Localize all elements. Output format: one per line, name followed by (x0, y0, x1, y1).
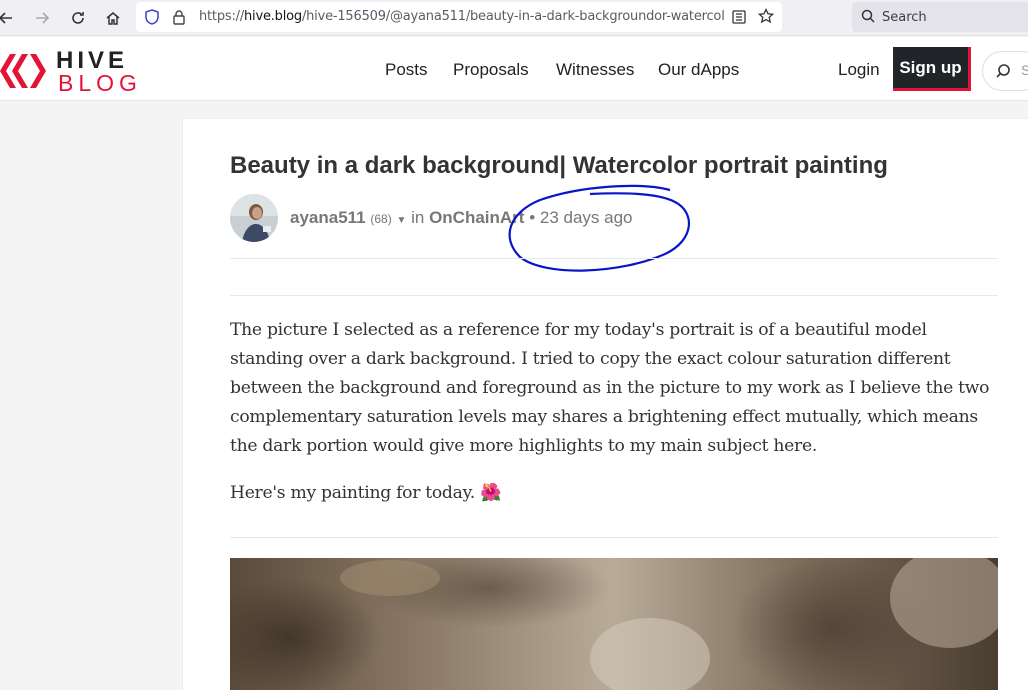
site-header: HIVE BLOG Posts Proposals Witnesses Our … (0, 37, 1028, 101)
logo-text-blog[interactable]: BLOG (58, 70, 142, 97)
back-icon[interactable] (0, 6, 18, 30)
nav-posts[interactable]: Posts (385, 60, 428, 80)
login-link[interactable]: Login (838, 60, 880, 80)
post-paragraph-text: Here's my painting for today. (230, 483, 475, 503)
site-search-placeholder: S (1021, 62, 1028, 78)
url-prefix: https:// (199, 9, 244, 24)
divider (230, 537, 998, 538)
browser-search-box[interactable]: Search (852, 2, 1028, 32)
nav-proposals[interactable]: Proposals (453, 60, 529, 80)
hive-logo-icon[interactable] (0, 51, 48, 96)
divider (230, 258, 998, 259)
post-paragraph: Here's my painting for today. 🌺 (230, 483, 501, 503)
url-host: hive.blog (244, 9, 302, 24)
author-reputation: (68) (370, 212, 392, 226)
nav-witnesses[interactable]: Witnesses (556, 60, 634, 80)
forward-icon[interactable] (30, 6, 54, 30)
post-title: Beauty in a dark background| Watercolor … (230, 152, 888, 179)
browser-search-placeholder: Search (882, 10, 927, 25)
address-bar[interactable]: https://hive.blog/hive-156509/@ayana511/… (136, 2, 782, 32)
reader-view-icon[interactable] (732, 10, 746, 29)
site-search-button[interactable]: S (982, 51, 1028, 91)
url-text[interactable]: https://hive.blog/hive-156509/@ayana511/… (199, 9, 724, 24)
author-link[interactable]: ayana511 (290, 208, 366, 227)
shield-icon[interactable] (144, 9, 160, 30)
search-icon (861, 9, 875, 28)
search-icon (995, 63, 1011, 84)
lock-icon[interactable] (172, 9, 186, 30)
browser-toolbar: https://hive.blog/hive-156509/@ayana511/… (0, 0, 1028, 36)
avatar[interactable] (230, 194, 278, 242)
home-icon[interactable] (101, 6, 125, 30)
post-image[interactable] (230, 558, 998, 690)
divider (230, 295, 998, 296)
url-path: /hive-156509/@ayana511/beauty-in-a-dark-… (301, 9, 724, 24)
hibiscus-emoji: 🌺 (480, 483, 502, 503)
nav-our-dapps[interactable]: Our dApps (658, 60, 739, 80)
bookmark-star-icon[interactable] (757, 7, 775, 29)
hand-drawn-circle-annotation (508, 184, 690, 272)
post-paragraph: The picture I selected as a reference fo… (230, 320, 990, 456)
signup-button[interactable]: Sign up (893, 47, 971, 91)
in-label: in (411, 208, 425, 227)
reload-icon[interactable] (66, 6, 90, 30)
author-menu-caret-icon[interactable]: ▼ (396, 215, 406, 226)
